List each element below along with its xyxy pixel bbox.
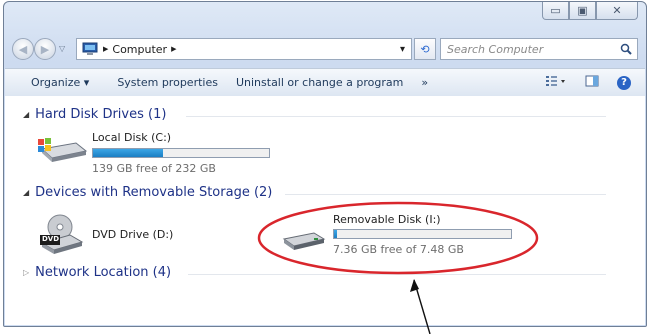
breadcrumb-computer[interactable]: Computer — [112, 43, 167, 56]
collapse-triangle-icon[interactable]: ◢ — [23, 110, 29, 119]
system-properties-button[interactable]: System properties — [108, 76, 227, 89]
maximize-button[interactable]: ▣ — [569, 2, 596, 20]
view-icon — [546, 76, 565, 86]
removable-disk-free-space: 7.36 GB free of 7.48 GB — [333, 243, 464, 256]
address-bar[interactable]: ▶ Computer ▶ ▾ — [76, 38, 412, 60]
address-row: ◀ ▶ ▽ ▶ Computer ▶ ▾ ⟲ Search Computer — [12, 36, 638, 62]
removable-disk-icon[interactable] — [280, 229, 328, 255]
dvd-drive-name[interactable]: DVD Drive (D:) — [92, 228, 173, 241]
computer-icon — [82, 42, 98, 55]
group-network-location[interactable]: ▷ Network Location (4) — [23, 265, 171, 280]
back-button[interactable]: ◀ — [12, 38, 34, 60]
removable-disk-usage-bar — [333, 229, 512, 239]
breadcrumb-arrow-icon[interactable]: ▶ — [171, 45, 176, 53]
search-box[interactable]: Search Computer — [440, 38, 638, 60]
close-button[interactable]: ✕ — [596, 2, 638, 20]
group-title: Devices with Removable Storage (2) — [35, 185, 273, 200]
group-divider — [188, 274, 606, 275]
local-disk-usage-fill — [93, 149, 164, 157]
dvd-drive-icon[interactable]: DVD — [38, 213, 86, 259]
help-icon: ? — [617, 76, 631, 90]
explorer-window: ▭ ▣ ✕ ◀ ▶ ▽ ▶ Computer ▶ ▾ ⟲ Search Comp… — [3, 1, 647, 327]
dvd-logo-label: DVD — [42, 235, 60, 243]
command-bar: Organize ▾ System properties Uninstall o… — [5, 68, 645, 97]
preview-pane-icon — [585, 75, 599, 87]
group-removable-storage[interactable]: ◢ Devices with Removable Storage (2) — [23, 185, 272, 200]
caption-buttons: ▭ ▣ ✕ — [542, 2, 638, 21]
breadcrumb-arrow-icon[interactable]: ▶ — [103, 45, 108, 53]
view-options-button[interactable] — [536, 75, 576, 90]
forward-button[interactable]: ▶ — [34, 38, 56, 60]
local-disk-name[interactable]: Local Disk (C:) — [92, 131, 171, 144]
group-hard-disk-drives[interactable]: ◢ Hard Disk Drives (1) — [23, 107, 166, 122]
expand-triangle-icon[interactable]: ▷ — [23, 268, 29, 277]
address-dropdown-icon[interactable]: ▾ — [400, 44, 405, 55]
organize-button[interactable]: Organize ▾ — [31, 76, 98, 89]
removable-disk-usage-fill — [334, 230, 337, 238]
refresh-icon: ⟲ — [420, 42, 430, 56]
search-icon[interactable] — [620, 43, 632, 55]
help-button[interactable]: ? — [608, 75, 645, 90]
more-commands-button[interactable]: » — [412, 76, 437, 89]
back-arrow-icon: ◀ — [18, 42, 28, 56]
minimize-button[interactable]: ▭ — [542, 2, 569, 20]
group-divider — [186, 116, 606, 117]
group-title: Network Location (4) — [35, 265, 172, 280]
preview-pane-button[interactable] — [576, 75, 608, 90]
local-disk-icon[interactable] — [36, 133, 88, 167]
search-placeholder: Search Computer — [447, 42, 544, 56]
refresh-button[interactable]: ⟲ — [414, 38, 436, 60]
group-divider — [285, 194, 606, 195]
local-disk-free-space: 139 GB free of 232 GB — [92, 162, 216, 175]
local-disk-usage-bar — [92, 148, 270, 158]
file-list: ◢ Hard Disk Drives (1) Local Disk (C:) 1… — [5, 96, 645, 325]
collapse-triangle-icon[interactable]: ◢ — [23, 188, 29, 197]
forward-arrow-icon: ▶ — [40, 42, 50, 56]
uninstall-program-button[interactable]: Uninstall or change a program — [227, 76, 412, 89]
removable-disk-name[interactable]: Removable Disk (I:) — [333, 213, 441, 226]
recent-pages-icon[interactable]: ▽ — [59, 44, 65, 53]
group-title: Hard Disk Drives (1) — [35, 107, 167, 122]
